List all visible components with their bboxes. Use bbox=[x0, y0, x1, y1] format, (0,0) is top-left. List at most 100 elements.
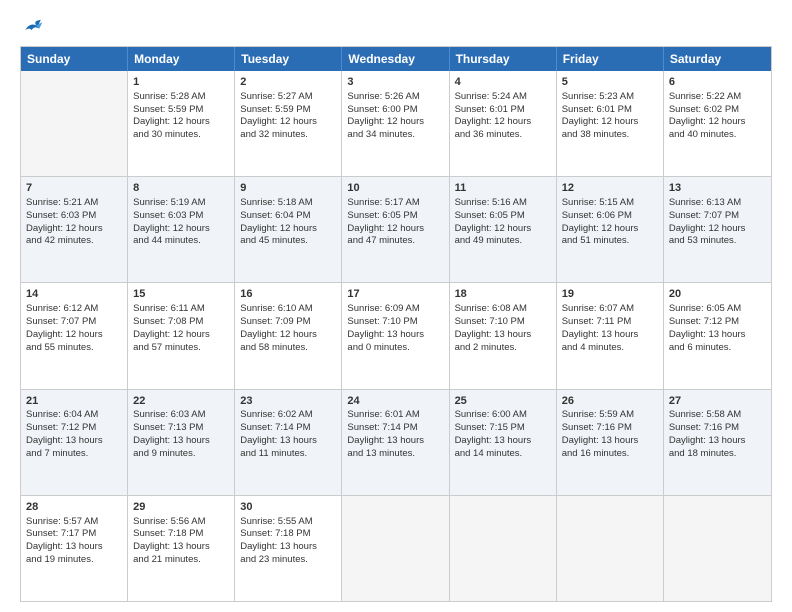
day-info-line: Daylight: 13 hours bbox=[26, 541, 122, 554]
day-info-line: Sunset: 6:06 PM bbox=[562, 210, 658, 223]
day-info-line: and 47 minutes. bbox=[347, 235, 443, 248]
day-number: 11 bbox=[455, 181, 551, 196]
day-number: 9 bbox=[240, 181, 336, 196]
day-info-line: Sunrise: 6:04 AM bbox=[26, 409, 122, 422]
day-info-line: and 57 minutes. bbox=[133, 342, 229, 355]
day-number: 16 bbox=[240, 287, 336, 302]
day-number: 8 bbox=[133, 181, 229, 196]
day-number: 7 bbox=[26, 181, 122, 196]
day-info-line: and 2 minutes. bbox=[455, 342, 551, 355]
day-info-line: Sunrise: 5:16 AM bbox=[455, 197, 551, 210]
day-info-line: and 42 minutes. bbox=[26, 235, 122, 248]
day-info-line: and 7 minutes. bbox=[26, 448, 122, 461]
day-number: 4 bbox=[455, 75, 551, 90]
day-info-line: Sunset: 7:15 PM bbox=[455, 422, 551, 435]
day-info-line: Daylight: 12 hours bbox=[26, 223, 122, 236]
day-info-line: Sunset: 6:03 PM bbox=[26, 210, 122, 223]
day-number: 24 bbox=[347, 394, 443, 409]
day-info-line: Daylight: 13 hours bbox=[347, 435, 443, 448]
day-info-line: Sunset: 6:05 PM bbox=[455, 210, 551, 223]
day-cell-27: 27Sunrise: 5:58 AMSunset: 7:16 PMDayligh… bbox=[664, 390, 771, 495]
day-cell-11: 11Sunrise: 5:16 AMSunset: 6:05 PMDayligh… bbox=[450, 177, 557, 282]
empty-cell-4-4 bbox=[450, 496, 557, 601]
day-info-line: and 19 minutes. bbox=[26, 554, 122, 567]
day-number: 27 bbox=[669, 394, 766, 409]
day-info-line: Daylight: 12 hours bbox=[455, 116, 551, 129]
day-info-line: Sunset: 7:16 PM bbox=[562, 422, 658, 435]
day-info-line: Daylight: 13 hours bbox=[455, 435, 551, 448]
day-number: 22 bbox=[133, 394, 229, 409]
calendar-header: SundayMondayTuesdayWednesdayThursdayFrid… bbox=[21, 47, 771, 71]
day-info-line: Sunrise: 6:11 AM bbox=[133, 303, 229, 316]
day-cell-17: 17Sunrise: 6:09 AMSunset: 7:10 PMDayligh… bbox=[342, 283, 449, 388]
day-info-line: Sunset: 5:59 PM bbox=[133, 104, 229, 117]
day-cell-10: 10Sunrise: 5:17 AMSunset: 6:05 PMDayligh… bbox=[342, 177, 449, 282]
day-info-line: Daylight: 12 hours bbox=[240, 116, 336, 129]
empty-cell-4-5 bbox=[557, 496, 664, 601]
day-info-line: Daylight: 13 hours bbox=[455, 329, 551, 342]
day-info-line: and 38 minutes. bbox=[562, 129, 658, 142]
day-info-line: Daylight: 12 hours bbox=[669, 223, 766, 236]
day-info-line: Daylight: 12 hours bbox=[26, 329, 122, 342]
day-info-line: Sunrise: 5:24 AM bbox=[455, 91, 551, 104]
day-info-line: Daylight: 13 hours bbox=[240, 541, 336, 554]
logo bbox=[20, 18, 44, 36]
day-cell-2: 2Sunrise: 5:27 AMSunset: 5:59 PMDaylight… bbox=[235, 71, 342, 176]
day-info-line: Sunset: 6:05 PM bbox=[347, 210, 443, 223]
day-info-line: Sunrise: 6:05 AM bbox=[669, 303, 766, 316]
header-day-monday: Monday bbox=[128, 47, 235, 71]
day-info-line: and 30 minutes. bbox=[133, 129, 229, 142]
day-info-line: and 55 minutes. bbox=[26, 342, 122, 355]
day-info-line: Sunrise: 6:03 AM bbox=[133, 409, 229, 422]
day-info-line: Daylight: 13 hours bbox=[669, 435, 766, 448]
day-info-line: Sunset: 6:01 PM bbox=[562, 104, 658, 117]
day-info-line: and 32 minutes. bbox=[240, 129, 336, 142]
day-info-line: and 40 minutes. bbox=[669, 129, 766, 142]
day-number: 12 bbox=[562, 181, 658, 196]
day-info-line: Sunrise: 5:28 AM bbox=[133, 91, 229, 104]
day-cell-21: 21Sunrise: 6:04 AMSunset: 7:12 PMDayligh… bbox=[21, 390, 128, 495]
day-info-line: Daylight: 13 hours bbox=[347, 329, 443, 342]
day-info-line: Sunrise: 6:01 AM bbox=[347, 409, 443, 422]
day-cell-19: 19Sunrise: 6:07 AMSunset: 7:11 PMDayligh… bbox=[557, 283, 664, 388]
day-number: 28 bbox=[26, 500, 122, 515]
day-info-line: and 34 minutes. bbox=[347, 129, 443, 142]
day-info-line: Sunset: 7:14 PM bbox=[347, 422, 443, 435]
day-number: 25 bbox=[455, 394, 551, 409]
day-info-line: Sunrise: 6:02 AM bbox=[240, 409, 336, 422]
day-info-line: Sunset: 7:16 PM bbox=[669, 422, 766, 435]
day-info-line: and 53 minutes. bbox=[669, 235, 766, 248]
day-info-line: Daylight: 12 hours bbox=[240, 223, 336, 236]
day-info-line: Daylight: 12 hours bbox=[240, 329, 336, 342]
day-info-line: Sunset: 6:00 PM bbox=[347, 104, 443, 117]
day-info-line: Daylight: 13 hours bbox=[133, 541, 229, 554]
day-info-line: Sunset: 7:11 PM bbox=[562, 316, 658, 329]
day-info-line: and 18 minutes. bbox=[669, 448, 766, 461]
day-cell-29: 29Sunrise: 5:56 AMSunset: 7:18 PMDayligh… bbox=[128, 496, 235, 601]
day-number: 19 bbox=[562, 287, 658, 302]
day-number: 23 bbox=[240, 394, 336, 409]
day-info-line: and 44 minutes. bbox=[133, 235, 229, 248]
day-info-line: and 4 minutes. bbox=[562, 342, 658, 355]
header-day-saturday: Saturday bbox=[664, 47, 771, 71]
day-info-line: Sunset: 7:10 PM bbox=[347, 316, 443, 329]
day-info-line: and 9 minutes. bbox=[133, 448, 229, 461]
day-info-line: Sunset: 7:09 PM bbox=[240, 316, 336, 329]
day-info-line: Sunrise: 6:10 AM bbox=[240, 303, 336, 316]
day-cell-14: 14Sunrise: 6:12 AMSunset: 7:07 PMDayligh… bbox=[21, 283, 128, 388]
day-info-line: Daylight: 12 hours bbox=[133, 116, 229, 129]
header-day-thursday: Thursday bbox=[450, 47, 557, 71]
logo-bird-icon bbox=[22, 18, 44, 36]
day-cell-16: 16Sunrise: 6:10 AMSunset: 7:09 PMDayligh… bbox=[235, 283, 342, 388]
day-info-line: Sunrise: 5:59 AM bbox=[562, 409, 658, 422]
empty-cell-4-3 bbox=[342, 496, 449, 601]
day-number: 13 bbox=[669, 181, 766, 196]
day-cell-12: 12Sunrise: 5:15 AMSunset: 6:06 PMDayligh… bbox=[557, 177, 664, 282]
day-cell-23: 23Sunrise: 6:02 AMSunset: 7:14 PMDayligh… bbox=[235, 390, 342, 495]
day-cell-20: 20Sunrise: 6:05 AMSunset: 7:12 PMDayligh… bbox=[664, 283, 771, 388]
header-day-wednesday: Wednesday bbox=[342, 47, 449, 71]
day-info-line: Sunrise: 5:17 AM bbox=[347, 197, 443, 210]
day-info-line: Sunrise: 6:07 AM bbox=[562, 303, 658, 316]
day-info-line: and 23 minutes. bbox=[240, 554, 336, 567]
day-number: 29 bbox=[133, 500, 229, 515]
